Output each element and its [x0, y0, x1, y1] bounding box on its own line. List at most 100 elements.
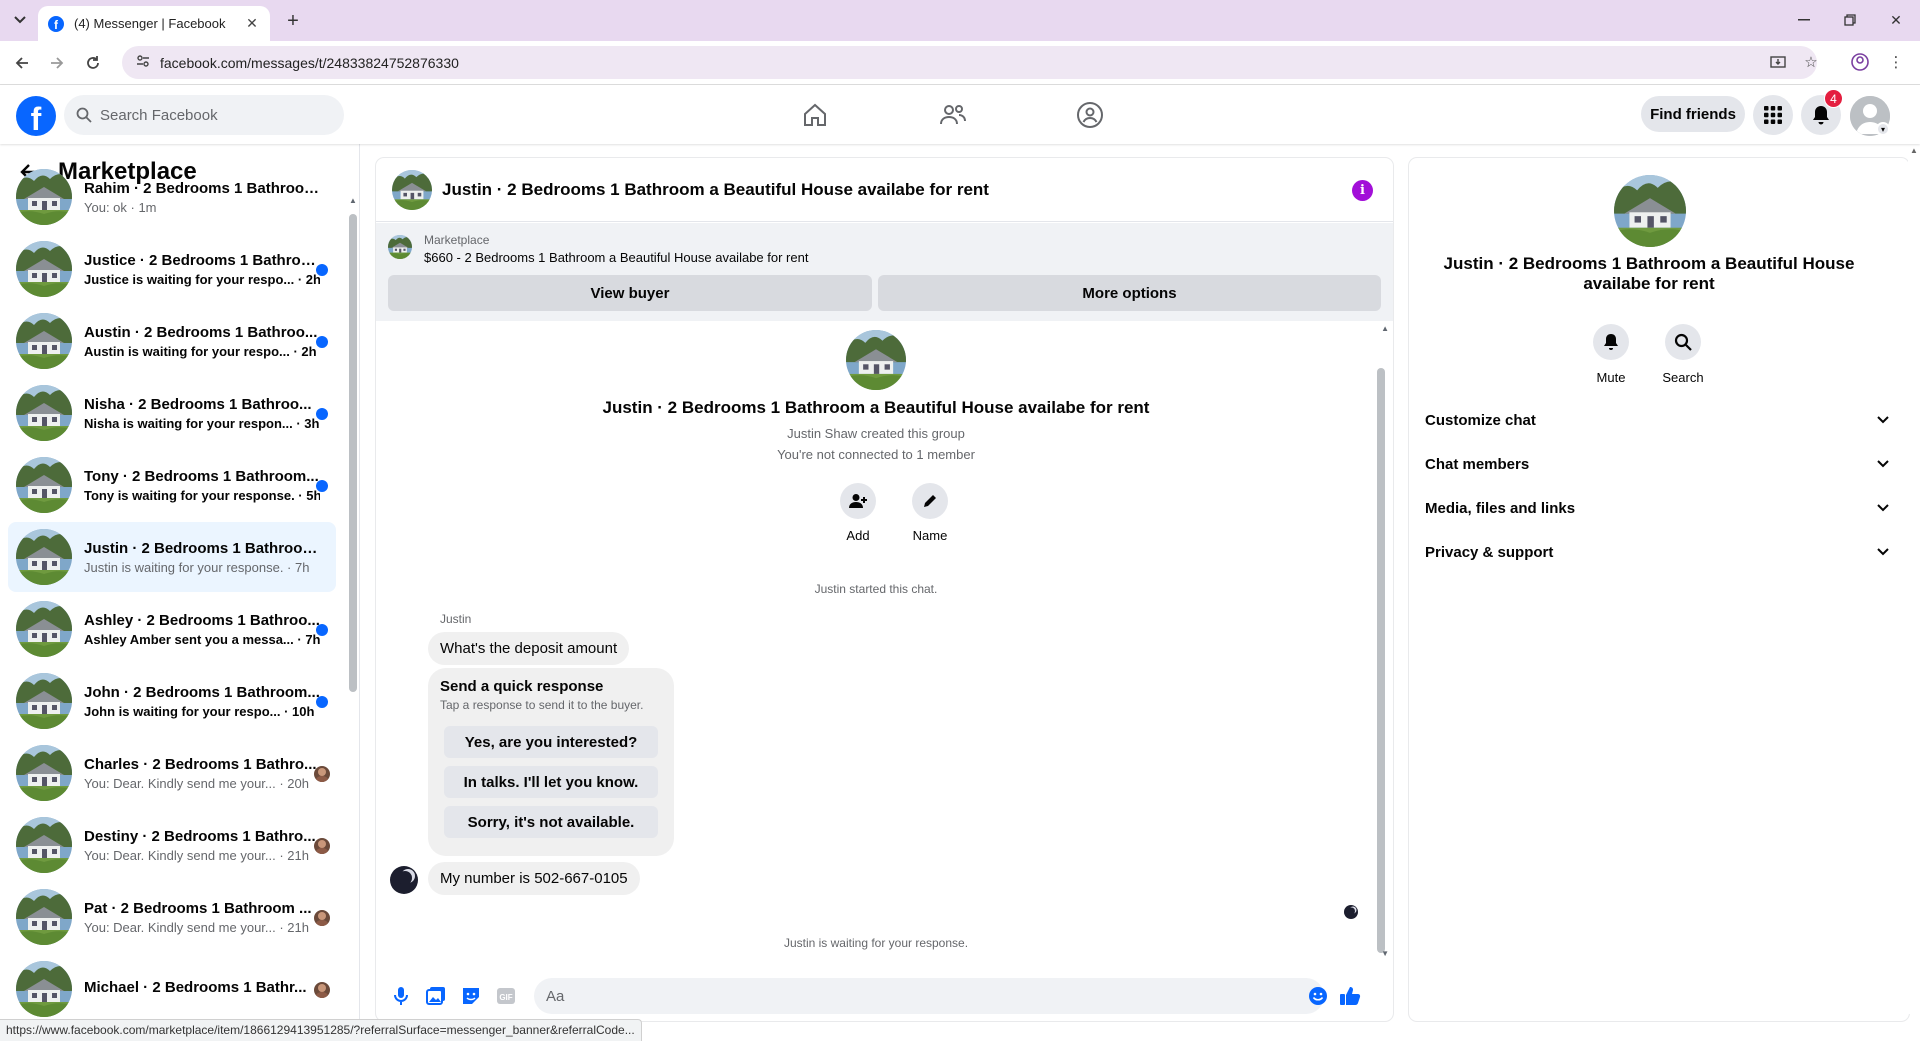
customize-chat-section[interactable]: Customize chat	[1425, 402, 1889, 438]
groups-icon[interactable]	[1074, 99, 1106, 131]
menu-grid-icon[interactable]	[1753, 95, 1793, 135]
new-tab-icon[interactable]: +	[281, 9, 305, 33]
more-options-button[interactable]: More options	[878, 275, 1381, 311]
unread-dot	[316, 480, 328, 492]
chevron-down-icon	[1877, 548, 1889, 556]
section-label: Chat members	[1425, 455, 1530, 473]
quick-reply-button[interactable]: Sorry, it's not available.	[444, 806, 658, 838]
facebook-favicon-icon: f	[48, 15, 64, 32]
reload-icon[interactable]	[82, 52, 104, 74]
listing-thumbnail	[16, 673, 72, 729]
conversation-item-active[interactable]: Justin · 2 Bedrooms 1 Bathroom ... Justin…	[8, 522, 336, 592]
restore-icon[interactable]	[1838, 8, 1862, 32]
conversation-name: John · 2 Bedrooms 1 Bathroom...	[84, 683, 320, 701]
bookmark-star-icon[interactable]: ☆	[1802, 53, 1820, 71]
conversation-snippet: Justice is waiting for your respo... · 2…	[84, 271, 320, 287]
chat-members-section[interactable]: Chat members	[1425, 446, 1889, 482]
search-in-chat-icon[interactable]	[1665, 324, 1701, 360]
seen-avatar	[314, 766, 330, 782]
media-files-links-section[interactable]: Media, files and links	[1425, 490, 1889, 526]
facebook-logo-icon[interactable]: f	[16, 96, 56, 136]
address-bar[interactable]: facebook.com/messages/t/2483382475287633…	[122, 46, 1817, 79]
chat-thumbnail[interactable]	[392, 170, 432, 210]
profile-icon[interactable]	[1851, 53, 1869, 71]
conversation-name: Destiny · 2 Bedrooms 1 Bathro...	[84, 827, 316, 845]
message-input-box[interactable]	[534, 978, 1324, 1014]
incoming-message-bubble[interactable]: My number is 502-667-0105	[428, 862, 640, 895]
unread-dot	[316, 264, 328, 276]
bell-icon[interactable]	[1593, 324, 1629, 360]
search-facebook-field[interactable]: Search Facebook	[64, 95, 344, 135]
message-input[interactable]	[546, 987, 1246, 1005]
sticker-icon[interactable]	[460, 985, 482, 1007]
link-status-bar: https://www.facebook.com/marketplace/ite…	[0, 1019, 642, 1041]
conversation-item[interactable]: Destiny · 2 Bedrooms 1 Bathro... You: Dea…	[8, 810, 336, 880]
quick-reply-button[interactable]: Yes, are you interested?	[444, 726, 658, 758]
conversation-item[interactable]: Nisha · 2 Bedrooms 1 Bathroo... Nisha is …	[8, 378, 336, 448]
sidebar-scroll-up-icon[interactable]: ▲	[349, 196, 357, 206]
listing-thumbnail	[16, 313, 72, 369]
conversation-name: Austin · 2 Bedrooms 1 Bathroo...	[84, 323, 318, 341]
listing-thumbnail	[16, 961, 72, 1017]
browser-menu-icon[interactable]: ⋮	[1887, 53, 1905, 71]
chat-scroll-up-icon[interactable]: ▲	[1381, 324, 1389, 333]
friends-icon[interactable]	[937, 99, 969, 131]
group-title: Justin · 2 Bedrooms 1 Bathroom a Beautif…	[602, 398, 1150, 417]
conversation-item[interactable]: Michael · 2 Bedrooms 1 Bathr...	[8, 954, 336, 1024]
pencil-icon[interactable]	[912, 483, 948, 519]
message-composer: GIF	[376, 971, 1393, 1021]
sender-avatar[interactable]	[390, 866, 418, 894]
find-friends-button[interactable]: Find friends	[1641, 96, 1745, 132]
install-app-icon[interactable]	[1769, 54, 1787, 72]
conversation-item[interactable]: Tony · 2 Bedrooms 1 Bathroom... Tony is w…	[8, 450, 336, 520]
section-label: Media, files and links	[1425, 499, 1576, 517]
chat-scroll-down-icon[interactable]: ▼	[1381, 949, 1389, 958]
mute-action[interactable]: Mute	[1581, 324, 1641, 385]
banner-thumbnail	[388, 235, 412, 259]
back-icon[interactable]	[11, 52, 33, 74]
banner-listing[interactable]: $660 - 2 Bedrooms 1 Bathroom a Beautiful…	[424, 250, 808, 265]
microphone-icon[interactable]	[390, 985, 412, 1007]
conversation-info-icon[interactable]: i	[1352, 180, 1373, 201]
facebook-header: f Search Facebook Find friends 4 ▾	[0, 85, 1920, 144]
listing-thumbnail	[16, 745, 72, 801]
account-chevron-down-icon[interactable]: ▾	[1876, 122, 1890, 136]
add-person-icon[interactable]	[840, 483, 876, 519]
photo-icon[interactable]	[425, 985, 447, 1007]
tab-search-chevron-icon[interactable]	[8, 8, 32, 32]
conversation-item[interactable]: Charles · 2 Bedrooms 1 Bathro... You: Dea…	[8, 738, 336, 808]
emoji-icon[interactable]	[1307, 985, 1329, 1007]
details-title: Justin · 2 Bedrooms 1 Bathroom a Beautif…	[1443, 254, 1855, 293]
conversation-snippet: You: ok · 1m	[84, 199, 157, 215]
conversation-item[interactable]: Austin · 2 Bedrooms 1 Bathroo... Austin i…	[8, 306, 336, 376]
conversation-item[interactable]: John · 2 Bedrooms 1 Bathroom... John is w…	[8, 666, 336, 736]
privacy-support-section[interactable]: Privacy & support	[1425, 534, 1889, 570]
site-info-icon[interactable]	[136, 54, 150, 72]
page-scroll-up-icon[interactable]: ▲	[1908, 146, 1920, 155]
conversation-name: Michael · 2 Bedrooms 1 Bathr...	[84, 979, 307, 996]
notifications-badge: 4	[1824, 89, 1843, 108]
chevron-down-icon	[1877, 416, 1889, 424]
gif-icon[interactable]: GIF	[495, 985, 517, 1007]
forward-icon[interactable]	[46, 52, 68, 74]
page-scrollbar[interactable]: ▲	[1908, 144, 1920, 1014]
sidebar-scrollbar[interactable]	[349, 214, 357, 692]
close-tab-icon[interactable]: ✕	[244, 15, 260, 32]
close-window-icon[interactable]: ✕	[1884, 8, 1908, 32]
home-icon[interactable]	[799, 99, 831, 131]
conversation-item[interactable]: Justice · 2 Bedrooms 1 Bathroo... Justice…	[8, 234, 336, 304]
browser-tab[interactable]: f (4) Messenger | Facebook ✕	[38, 6, 270, 41]
quick-reply-button[interactable]: In talks. I'll let you know.	[444, 766, 658, 798]
minimize-icon[interactable]	[1792, 8, 1816, 32]
conversation-item[interactable]: Rahim · 2 Bedrooms 1 Bathroom... You: ok …	[8, 162, 336, 232]
conversation-item[interactable]: Pat · 2 Bedrooms 1 Bathroom ... You: Dear…	[8, 882, 336, 952]
chat-scrollbar[interactable]	[1377, 368, 1385, 953]
view-buyer-button[interactable]: View buyer	[388, 275, 872, 311]
like-thumbs-up-icon[interactable]	[1339, 985, 1361, 1007]
read-receipt-avatar	[1344, 905, 1358, 919]
search-action[interactable]: Search	[1653, 324, 1713, 385]
conversation-item[interactable]: Ashley · 2 Bedrooms 1 Bathroo... Ashley A…	[8, 594, 336, 664]
conversation-snippet: John is waiting for your respo... · 10h	[84, 703, 315, 719]
incoming-message-bubble[interactable]: What's the deposit amount	[428, 632, 630, 665]
chat-title[interactable]: Justin · 2 Bedrooms 1 Bathroom a Beautif…	[442, 180, 989, 200]
